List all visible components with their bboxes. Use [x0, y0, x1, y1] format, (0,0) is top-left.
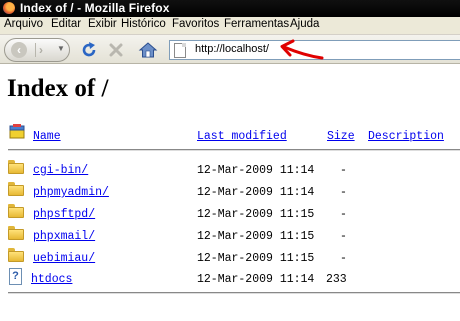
url-text[interactable]: http://localhost/: [195, 43, 269, 55]
entry-size: 233: [326, 273, 347, 286]
menu-item-arquivo[interactable]: Arquivo: [4, 18, 43, 30]
entry-modified: 12-Mar-2009 11:14: [197, 164, 315, 177]
entry-link-phpxmail[interactable]: phpxmail/: [33, 230, 95, 243]
entry-size: -: [340, 164, 347, 177]
entry-size: -: [340, 186, 347, 199]
sort-by-description-link[interactable]: Description: [368, 130, 444, 143]
stop-icon[interactable]: [106, 40, 126, 60]
sort-by-modified-link[interactable]: Last modified: [197, 130, 287, 143]
forward-icon[interactable]: ›: [39, 43, 43, 57]
menu-item-ajuda[interactable]: Ajuda: [290, 18, 319, 30]
window-titlebar: Index of / - Mozilla Firefox: [0, 0, 460, 17]
folder-icon: [8, 248, 24, 262]
sort-by-name-link[interactable]: Name: [33, 130, 61, 143]
menu-item-favoritos[interactable]: Favoritos: [172, 18, 219, 30]
window-title: Index of / - Mozilla Firefox: [20, 1, 170, 15]
sort-by-size-link[interactable]: Size: [327, 130, 355, 143]
back-icon[interactable]: ‹: [11, 42, 27, 58]
menu-item-historico[interactable]: Histórico: [121, 18, 166, 30]
entry-size: -: [340, 252, 347, 265]
page-icon: [174, 43, 186, 58]
entry-size: -: [340, 230, 347, 243]
menu-item-ferramentas[interactable]: Ferramentas: [224, 18, 289, 30]
entry-modified: 12-Mar-2009 11:14: [197, 186, 315, 199]
navigation-toolbar: ‹ › ▼ http://localhost/: [0, 35, 460, 64]
footer-divider: [8, 292, 460, 294]
column-header-icon: [9, 124, 25, 139]
menu-item-editar[interactable]: Editar: [51, 18, 81, 30]
menu-bar: Arquivo Editar Exibir Histórico Favorito…: [0, 17, 460, 35]
entry-link-phpsftpd[interactable]: phpsftpd/: [33, 208, 95, 221]
menu-item-exibir[interactable]: Exibir: [88, 18, 117, 30]
back-forward-group: ‹ › ▼: [4, 38, 70, 62]
folder-icon: [8, 204, 24, 218]
folder-icon: [8, 160, 24, 174]
folder-icon: [8, 182, 24, 196]
firefox-icon: [3, 2, 15, 14]
entry-modified: 12-Mar-2009 11:14: [197, 273, 315, 286]
entry-link-phpmyadmin[interactable]: phpmyadmin/: [33, 186, 109, 199]
page-title: Index of /: [7, 75, 109, 102]
entry-link-cgi-bin[interactable]: cgi-bin/: [33, 164, 88, 177]
unknown-file-icon: ?: [9, 268, 22, 285]
entry-size: -: [340, 208, 347, 221]
folder-icon: [8, 226, 24, 240]
entry-modified: 12-Mar-2009 11:15: [197, 252, 315, 265]
header-divider: [8, 149, 460, 151]
entry-modified: 12-Mar-2009 11:15: [197, 230, 315, 243]
entry-link-uebimiau[interactable]: uebimiau/: [33, 252, 95, 265]
entry-modified: 12-Mar-2009 11:15: [197, 208, 315, 221]
red-arrow-annotation: [280, 39, 324, 60]
history-dropdown-icon[interactable]: ▼: [57, 44, 65, 53]
entry-link-htdocs[interactable]: htdocs: [31, 273, 72, 286]
home-icon[interactable]: [138, 40, 158, 60]
back-forward-divider: [35, 43, 36, 57]
reload-icon[interactable]: [79, 40, 99, 60]
page-content: Index of / Name Last modified Size Descr…: [0, 64, 460, 321]
